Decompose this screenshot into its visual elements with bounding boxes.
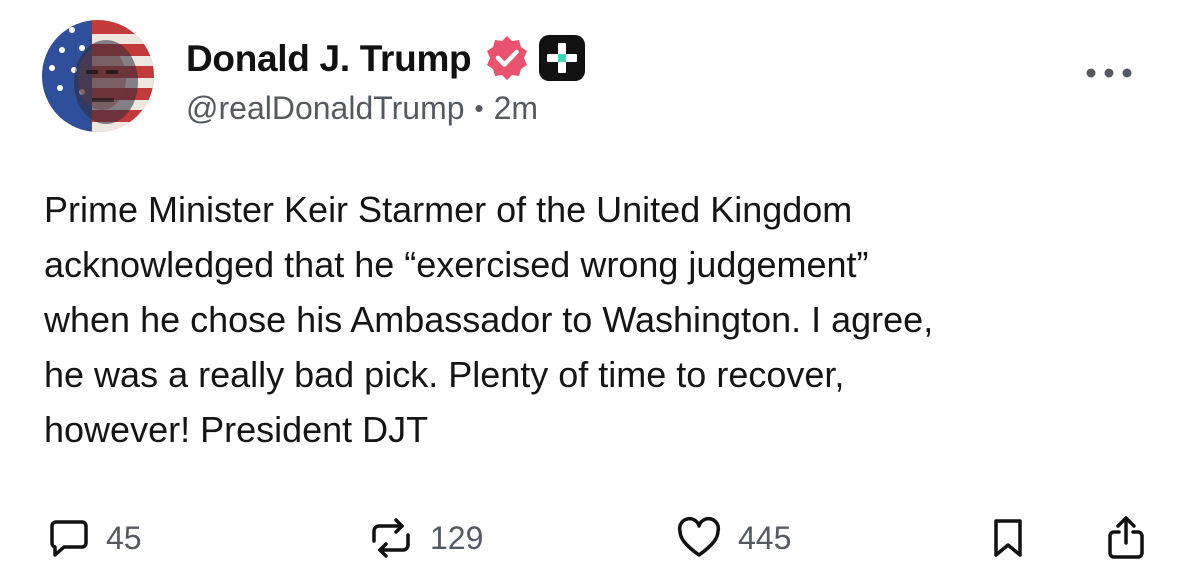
meta-separator: • [474, 93, 484, 123]
author-name-row: Donald J. Trump [186, 30, 587, 86]
post: Donald J. Trump @realDonaldTrump • 2m Pr… [0, 0, 1199, 576]
action-bar: 45 129 445 [0, 510, 1199, 566]
share-button[interactable] [1106, 510, 1146, 566]
avatar-image [42, 20, 154, 132]
reply-icon [50, 520, 88, 557]
like-count: 445 [738, 519, 792, 556]
like-icon [677, 517, 721, 557]
author-handle[interactable]: @realDonaldTrump [186, 86, 465, 130]
verified-badge-icon [487, 36, 528, 80]
repost-icon [372, 518, 410, 558]
repost-button[interactable]: 129 [368, 510, 483, 566]
post-timestamp[interactable]: 2m [494, 86, 538, 130]
author-display-name[interactable]: Donald J. Trump [186, 40, 472, 77]
reply-button[interactable]: 45 [48, 510, 142, 566]
repost-count: 129 [430, 519, 484, 556]
profile-avatar[interactable] [42, 20, 154, 132]
bookmark-button[interactable] [990, 510, 1026, 566]
reply-count: 45 [106, 519, 142, 556]
like-button[interactable]: 445 [676, 510, 791, 566]
bookmark-icon [994, 519, 1022, 557]
post-text: Prime Minister Keir Starmer of the Unite… [44, 189, 934, 450]
more-options-icon[interactable] [1083, 58, 1135, 88]
share-icon [1108, 516, 1144, 559]
plus-badge-icon [539, 35, 586, 81]
post-meta: @realDonaldTrump • 2m [186, 86, 538, 130]
